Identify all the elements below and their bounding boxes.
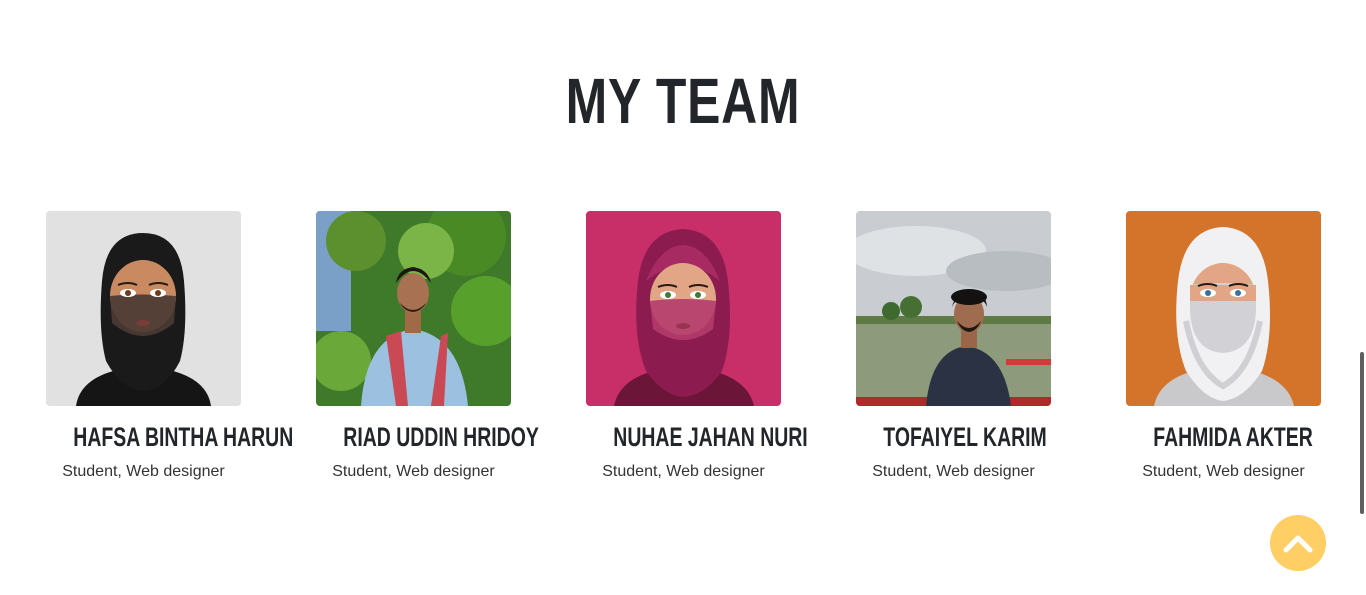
- scroll-to-top-button[interactable]: [1270, 515, 1326, 571]
- chevron-up-icon: [1283, 535, 1313, 553]
- team-card: NUHAE JAHAN NURI Student, Web designer: [586, 211, 808, 482]
- member-name: TOFAIYEL KARIM: [883, 422, 1047, 452]
- member-role: Student, Web designer: [1142, 463, 1305, 480]
- hijab-avatar-white: [1126, 211, 1321, 406]
- team-card: RIAD UDDIN HRIDOY Student, Web designer: [316, 211, 539, 482]
- member-name: NUHAE JAHAN NURI: [613, 422, 808, 452]
- section-title: MY TEAM: [565, 65, 801, 137]
- member-role: Student, Web designer: [62, 463, 225, 480]
- member-name: FAHMIDA AKTER: [1153, 422, 1313, 452]
- team-card: TOFAIYEL KARIM Student, Web designer: [856, 211, 1051, 482]
- team-card: HAFSA BINTHA HARUN Student, Web designer: [46, 211, 294, 482]
- member-name: HAFSA BINTHA HARUN: [73, 422, 294, 452]
- scrollbar-thumb[interactable]: [1360, 352, 1364, 514]
- hijab-avatar-black: [46, 211, 241, 406]
- member-name: RIAD UDDIN HRIDOY: [343, 422, 539, 452]
- member-role: Student, Web designer: [872, 463, 1035, 480]
- photo-man-forest: [316, 211, 511, 406]
- hijab-avatar-magenta: [586, 211, 781, 406]
- photo-man-boat: [856, 211, 1051, 406]
- member-role: Student, Web designer: [602, 463, 765, 480]
- member-role: Student, Web designer: [332, 463, 495, 480]
- team-card: FAHMIDA AKTER Student, Web designer: [1126, 211, 1321, 482]
